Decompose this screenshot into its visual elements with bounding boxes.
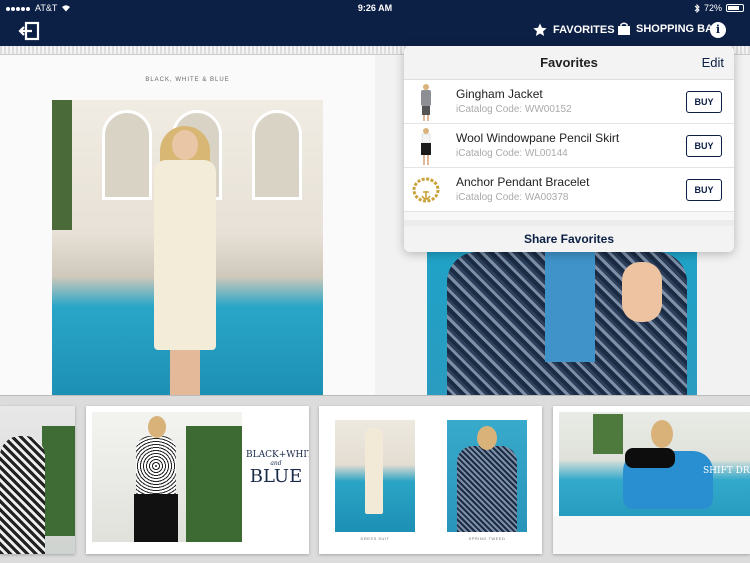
- exit-icon: [18, 21, 40, 41]
- window-arch: [252, 110, 302, 200]
- hedge-shape: [42, 426, 75, 536]
- list-item[interactable]: Wool Windowpane Pencil Skirt iCatalog Co…: [404, 124, 734, 168]
- item-code: iCatalog Code: WL00144: [456, 148, 568, 159]
- favorites-label: FAVORITES: [553, 24, 615, 36]
- model-figure: [365, 428, 383, 514]
- tweed-jacket-shape: [457, 446, 517, 532]
- window-arch: [102, 110, 152, 200]
- model-figure: [150, 126, 220, 395]
- item-name: Gingham Jacket: [456, 87, 543, 101]
- caption-left: DRESS SUIT: [360, 536, 390, 541]
- spread-title: SHIFT DRE: [703, 466, 750, 476]
- clock: 9:26 AM: [357, 3, 393, 13]
- list-item[interactable]: Gingham Jacket iCatalog Code: WW00152 BU…: [404, 80, 734, 124]
- blouse-shape: [136, 436, 176, 496]
- shopping-bag-label: SHOPPING BAG: [636, 23, 722, 35]
- dress-shape: [0, 436, 45, 554]
- skirt-thumbnail: [421, 128, 431, 165]
- model-photo-tweed[interactable]: [427, 252, 697, 395]
- favorites-popover: Favorites Edit Gingham Jacket iCatalog C…: [404, 46, 734, 252]
- status-bar: AT&T 9:26 AM 72%: [0, 0, 750, 16]
- top-nav-bar: FAVORITES SHOPPING BAG i: [0, 16, 750, 46]
- edit-button[interactable]: Edit: [702, 55, 724, 70]
- popover-header: Favorites Edit: [404, 46, 734, 80]
- blue-top-shape: [545, 252, 595, 362]
- item-code: iCatalog Code: WW00152: [456, 104, 572, 115]
- spread-title-line3: BLUE: [249, 466, 303, 487]
- hand-shape: [622, 262, 662, 322]
- caption-right: SPRING TWEED: [468, 536, 506, 541]
- hedge-shape: [186, 426, 242, 542]
- page-thumbnail[interactable]: SHIFT DRE: [553, 406, 750, 554]
- favorites-button[interactable]: FAVORITES: [532, 22, 615, 38]
- page-thumbnail[interactable]: BLACK+WHITE and BLUE: [86, 406, 309, 554]
- shopping-bag-button[interactable]: SHOPPING BAG: [617, 22, 722, 36]
- bluetooth-icon: [694, 3, 700, 13]
- buy-button[interactable]: BUY: [686, 179, 722, 201]
- favorites-list: Gingham Jacket iCatalog Code: WW00152 BU…: [404, 80, 734, 212]
- hedge-shape: [593, 414, 623, 454]
- bracelet-thumbnail: [412, 177, 440, 203]
- page-thumbnail-strip[interactable]: BLACK+WHITE and BLUE DRESS SUIT SPRING T…: [0, 395, 750, 563]
- model-photo-pool[interactable]: [52, 100, 323, 395]
- buy-button[interactable]: BUY: [686, 91, 722, 113]
- battery-icon: [726, 4, 744, 12]
- page-thumbnail[interactable]: DRESS SUIT SPRING TWEED: [319, 406, 542, 554]
- exit-button[interactable]: [18, 20, 42, 42]
- hedge-shape: [52, 100, 72, 230]
- share-favorites-button[interactable]: Share Favorites: [404, 220, 734, 252]
- skirt-shape: [134, 494, 178, 542]
- item-name: Anchor Pendant Bracelet: [456, 175, 590, 189]
- item-name: Wool Windowpane Pencil Skirt: [456, 131, 620, 145]
- list-item[interactable]: Anchor Pendant Bracelet iCatalog Code: W…: [404, 168, 734, 212]
- info-button[interactable]: i: [710, 22, 726, 38]
- jacket-thumbnail: [421, 84, 431, 121]
- page-thumbnail[interactable]: [0, 406, 75, 554]
- spread-title-line1: BLACK+WHITE: [246, 450, 309, 460]
- battery-percent: 72%: [703, 3, 722, 13]
- shopping-bag-icon: [618, 22, 630, 35]
- popover-title: Favorites: [540, 55, 598, 70]
- buy-button[interactable]: BUY: [686, 135, 722, 157]
- page-header: BLACK, WHITE & BLUE: [145, 77, 230, 83]
- item-code: iCatalog Code: WA00378: [456, 192, 569, 203]
- star-icon: [533, 23, 547, 36]
